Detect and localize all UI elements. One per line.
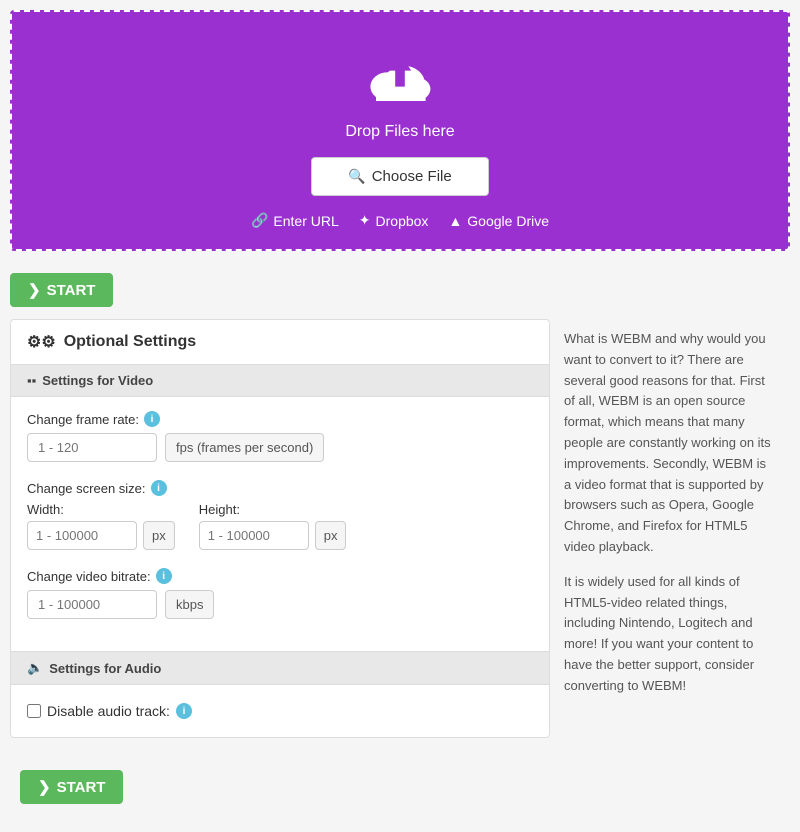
width-unit: px — [143, 521, 175, 550]
height-input-row: px — [199, 521, 347, 550]
disable-audio-row: Disable audio track: i — [27, 699, 533, 723]
disable-audio-checkbox[interactable] — [27, 704, 41, 718]
video-section-header: ▪▪ Settings for Video — [11, 364, 549, 397]
width-label: Width: — [27, 502, 175, 517]
choose-file-label: Choose File — [372, 168, 452, 185]
screen-size-info-icon[interactable]: i — [151, 480, 167, 496]
audio-icon: 🔈 — [27, 660, 43, 676]
enter-url-label: Enter URL — [273, 213, 338, 229]
extra-options-row: 🔗 Enter URL ✦ Dropbox ▲ Google Drive — [251, 212, 549, 229]
chevron-right-icon-bottom: ❯ — [38, 778, 51, 796]
side-text-p2: It is widely used for all kinds of HTML5… — [564, 572, 776, 697]
screen-size-label: Change screen size: i — [27, 480, 533, 496]
start-button-bottom[interactable]: ❯ START — [20, 770, 123, 804]
bitrate-label: Change video bitrate: i — [27, 568, 533, 584]
audio-section-header: 🔈 Settings for Audio — [11, 651, 549, 685]
audio-section-body: Disable audio track: i — [11, 685, 549, 737]
search-icon: 🔍 — [348, 168, 365, 185]
bitrate-input-row: kbps — [27, 590, 533, 619]
chevron-right-icon: ❯ — [28, 281, 41, 299]
google-drive-option[interactable]: ▲ Google Drive — [448, 212, 549, 229]
enter-url-option[interactable]: 🔗 Enter URL — [251, 212, 339, 229]
height-input[interactable] — [199, 521, 309, 550]
video-icon: ▪▪ — [27, 373, 36, 388]
height-field: Height: px — [199, 502, 347, 550]
gear-icon: ⚙⚙ — [27, 332, 56, 352]
disable-audio-label: Disable audio track: — [47, 703, 170, 719]
dropbox-option[interactable]: ✦ Dropbox — [359, 212, 429, 229]
width-input-row: px — [27, 521, 175, 550]
google-drive-icon: ▲ — [448, 213, 462, 229]
bitrate-group: Change video bitrate: i kbps — [27, 568, 533, 619]
dropbox-icon: ✦ — [359, 212, 371, 229]
width-input[interactable] — [27, 521, 137, 550]
frame-rate-unit: fps (frames per second) — [165, 433, 324, 462]
frame-rate-input[interactable] — [27, 433, 157, 462]
drop-files-text: Drop Files here — [345, 123, 454, 141]
frame-rate-group: Change frame rate: i fps (frames per sec… — [27, 411, 533, 462]
drop-zone[interactable]: Drop Files here 🔍 Choose File 🔗 Enter UR… — [10, 10, 790, 251]
link-icon: 🔗 — [251, 212, 268, 229]
video-section-body: Change frame rate: i fps (frames per sec… — [11, 397, 549, 651]
google-drive-label: Google Drive — [467, 213, 549, 229]
side-text-panel: What is WEBM and why would you want to c… — [550, 319, 790, 748]
cloud-upload-icon — [360, 42, 440, 115]
start-label-bottom: START — [57, 779, 106, 796]
disable-audio-info-icon[interactable]: i — [176, 703, 192, 719]
frame-rate-info-icon[interactable]: i — [144, 411, 160, 427]
start-label-top: START — [47, 282, 96, 299]
frame-rate-input-row: fps (frames per second) — [27, 433, 533, 462]
height-label: Height: — [199, 502, 347, 517]
height-unit: px — [315, 521, 347, 550]
main-content: ⚙⚙ Optional Settings ▪▪ Settings for Vid… — [10, 319, 790, 748]
bitrate-input[interactable] — [27, 590, 157, 619]
bitrate-info-icon[interactable]: i — [156, 568, 172, 584]
frame-rate-label: Change frame rate: i — [27, 411, 533, 427]
start-button-top[interactable]: ❯ START — [10, 273, 113, 307]
dropbox-label: Dropbox — [376, 213, 429, 229]
choose-file-button[interactable]: 🔍 Choose File — [311, 157, 488, 196]
bitrate-unit: kbps — [165, 590, 214, 619]
bottom-start-container: ❯ START — [10, 758, 790, 816]
settings-panel: ⚙⚙ Optional Settings ▪▪ Settings for Vid… — [10, 319, 550, 738]
settings-title: ⚙⚙ Optional Settings — [11, 320, 549, 364]
screen-size-row: Width: px Height: px — [27, 502, 533, 550]
width-field: Width: px — [27, 502, 175, 550]
side-text-p1: What is WEBM and why would you want to c… — [564, 329, 776, 558]
screen-size-group: Change screen size: i Width: px Height: — [27, 480, 533, 550]
